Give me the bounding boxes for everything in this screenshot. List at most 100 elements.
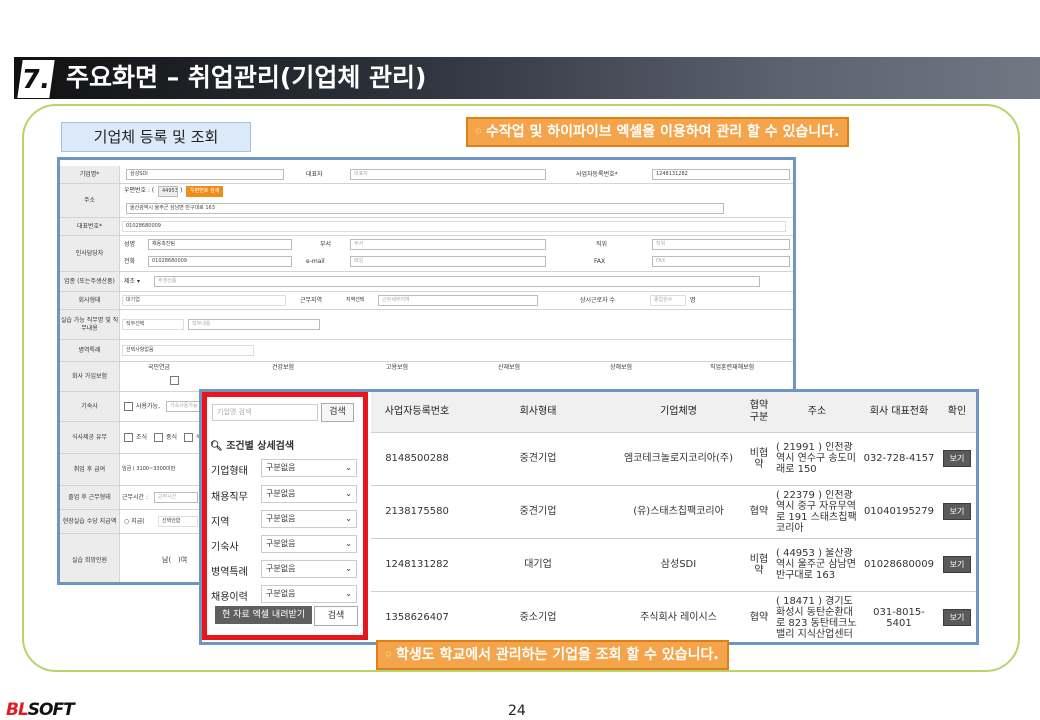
ceo-input[interactable]: 대표자 [350, 169, 546, 180]
filter-value: 구분없음 [266, 489, 296, 498]
view-button[interactable]: 보기 [943, 450, 971, 467]
region-select[interactable]: 지역선택 [346, 296, 364, 305]
table-row[interactable]: 8148500288 중견기업 엠코테크놀로지코리아(주) 비협약 ( 2199… [371, 432, 976, 486]
stipend-radio[interactable]: ○ 지급( [124, 517, 145, 526]
ins-training: 직업훈련재해보험 [710, 364, 755, 371]
slide-title: 주요화면 – 취업관리(기업체 관리) [66, 63, 427, 92]
zip-search-button[interactable]: 우편번호 검색 [186, 186, 224, 197]
cell-agree: 협약 [744, 485, 774, 539]
filter-select-history[interactable]: 구분없음 ⌄ [261, 585, 357, 603]
cell-name: 주식회사 레이시스 [613, 591, 744, 642]
keyword-search-input[interactable]: 기업명 검색 [212, 404, 318, 421]
phone-input[interactable]: 01028680009 [122, 221, 786, 232]
table-row[interactable]: 2138175580 중견기업 (유)스태츠칩팩코리아 협약 ( 22379 )… [371, 485, 976, 539]
cell-view: 보기 [938, 485, 976, 539]
row-type: 회사형태 대기업 근무지역 지역선택 근무세부지역 상시근로자 수 종업원수 명 [60, 292, 793, 310]
ins-national-pension-checkbox[interactable] [170, 376, 179, 385]
row-hr: 인사담당자 성명 채용촉진팀 부서 부서 직위 직위 전화 0102868000… [60, 236, 793, 272]
filter-search-button[interactable]: 검색 [314, 606, 358, 626]
hr-label: 인사담당자 [60, 236, 120, 271]
ceo-label: 대표자 [306, 171, 323, 178]
job-select[interactable]: 직무선택 [122, 319, 184, 330]
grad-input[interactable]: 근무시간 [154, 492, 198, 503]
row-job: 실습 가능 직무명 및 직무내용 직무선택 직무내용 [60, 310, 793, 340]
email-input[interactable]: 메일 [350, 256, 546, 267]
industry-select[interactable]: 제조 ▾ [124, 277, 140, 286]
bizno-input[interactable]: 1248131282 [652, 169, 790, 180]
region-input[interactable]: 근무세부지역 [378, 295, 538, 306]
ins-injury: 상해보험 [610, 364, 633, 371]
view-button[interactable]: 보기 [943, 503, 971, 520]
tel-label: 전화 [124, 258, 136, 265]
view-button[interactable]: 보기 [943, 609, 971, 626]
company-input[interactable]: 삼성SDI [126, 169, 284, 180]
salary-value[interactable]: 임금 ( 3100~3300미만 [122, 465, 175, 474]
filter-label-region: 지역 [211, 517, 230, 528]
address-input[interactable]: 울산광역시 울주군 삼남면 반구대로 163 [126, 203, 724, 214]
dorm-value: 사용가능, [136, 403, 160, 410]
fax-input[interactable]: FAX [652, 256, 790, 267]
filter-select-region[interactable]: 구분없음 ⌄ [261, 510, 357, 528]
row-phone: 대표번호* 01028680009 [60, 218, 793, 236]
position-input[interactable]: 직위 [652, 239, 790, 250]
chevron-down-icon: ⌄ [345, 463, 352, 472]
phone-label: 대표번호* [60, 218, 120, 235]
limit-male: 남( [162, 556, 172, 564]
detail-search-title: 🔍︎ 조건별 상세검색 [210, 437, 294, 452]
slide-number: 7. [17, 60, 55, 98]
view-button[interactable]: 보기 [943, 556, 971, 573]
address-text: ( 44953 ) 울산광역시 울주군 삼남면 반구대로 163 [776, 548, 856, 581]
dept-input[interactable]: 부서 [350, 239, 546, 250]
name-input[interactable]: 채용촉진팀 [148, 239, 292, 250]
page-number: 24 [508, 703, 526, 719]
col-view: 확인 [938, 392, 976, 433]
industry-input[interactable]: 주생산품 [154, 276, 760, 287]
type-label: 회사형태 [60, 292, 120, 309]
zip-input[interactable]: 44953 [158, 186, 178, 197]
filter-select-type[interactable]: 구분없음 ⌄ [261, 459, 357, 477]
dorm-input[interactable]: 기숙사용가능 [166, 401, 202, 412]
cell-name: 엠코테크놀로지코리아(주) [613, 432, 744, 486]
col-bizno: 사업자등록번호 [371, 392, 463, 433]
grad-label: 졸업 후 근무형태 [60, 486, 120, 509]
cell-agree: 협약 [744, 591, 774, 642]
filter-label-history: 채용이력 [211, 592, 248, 603]
meal-dinner-checkbox[interactable] [184, 433, 193, 442]
cell-view: 보기 [938, 432, 976, 486]
table-row[interactable]: 1358626407 중소기업 주식회사 레이시스 협약 ( 18471 ) 경… [371, 591, 976, 642]
job-input[interactable]: 직무내용 [188, 319, 320, 330]
note-top-text: 수작업 및 하이파이브 엑셀을 이용하여 관리 할 수 있습니다. [485, 124, 840, 140]
cell-view: 보기 [938, 538, 976, 592]
cell-bizno: 1358626407 [371, 591, 463, 642]
note-bottom-text: 학생도 학교에서 관리하는 기업을 조회 할 수 있습니다. [395, 647, 719, 663]
region-label: 근무지역 [300, 297, 323, 304]
filter-select-military[interactable]: 구분없음 ⌄ [261, 560, 357, 578]
job-label: 실습 가능 직무명 및 직무내용 [60, 310, 120, 339]
military-select[interactable]: 선택사항없음 [122, 345, 254, 356]
stipend-value: 지급( [131, 518, 145, 525]
filter-select-dorm[interactable]: 구분없음 ⌄ [261, 535, 357, 553]
keyword-search-button[interactable]: 검색 [321, 403, 354, 422]
table-row[interactable]: 1248131282 대기업 삼성SDI 비협약 ( 44953 ) 울산광역시… [371, 538, 976, 592]
cell-tel: 01028680009 [860, 538, 938, 592]
logo-part-a: BL [6, 700, 29, 720]
dorm-checkbox[interactable] [124, 402, 133, 411]
tel-input[interactable]: 01028680009 [148, 256, 292, 267]
cell-address: ( 22379 ) 인천광역시 중구 자유무역로 191 스태츠칩팩코리아 [774, 485, 860, 539]
staff-input[interactable]: 종업원수 [650, 295, 686, 306]
email-label: e-mail [306, 258, 325, 265]
stipend-select[interactable]: 선택안함 [158, 516, 198, 527]
filter-value: 구분없음 [266, 589, 296, 598]
result-table: 사업자등록번호 회사형태 기업체명 협약 구분 주소 회사 대표전화 확인 81… [371, 392, 976, 642]
type-select[interactable]: 대기업 [122, 295, 286, 306]
note-top: ◦ 수작업 및 하이파이브 엑셀을 이용하여 관리 할 수 있습니다. [466, 117, 850, 147]
meal-label: 식사제공 유무 [60, 422, 120, 453]
meal-breakfast-checkbox[interactable] [124, 433, 133, 442]
filter-select-job[interactable]: 구분없음 ⌄ [261, 485, 357, 503]
meal-lunch-checkbox[interactable] [154, 433, 163, 442]
cell-type: 대기업 [463, 538, 613, 592]
row-address: 주소 우편번호 : ( 44953 ) 우편번호 검색 울산광역시 울주군 삼남… [60, 184, 793, 218]
cell-bizno: 1248131282 [371, 538, 463, 592]
cell-address: ( 44953 ) 울산광역시 울주군 삼남면 반구대로 163 [774, 538, 860, 592]
excel-download-button[interactable]: 현 자료 엑셀 내려받기 [215, 606, 312, 624]
